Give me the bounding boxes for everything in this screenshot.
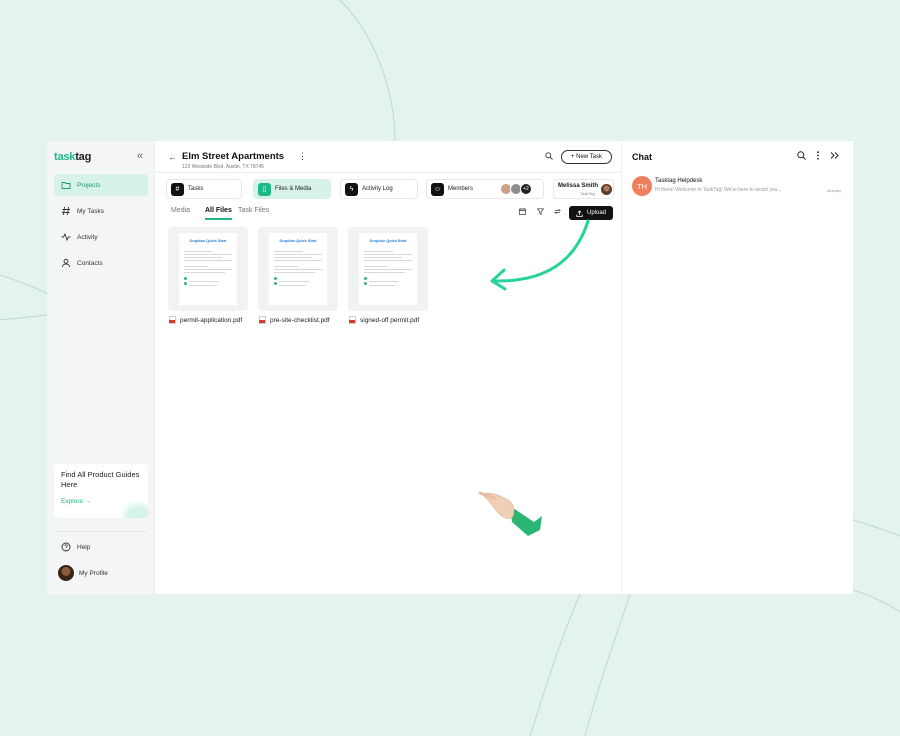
calendar-icon[interactable] [519, 208, 526, 215]
tab-tasks[interactable]: # Tasks [166, 179, 242, 199]
new-task-button[interactable]: + New Task [561, 150, 612, 164]
avatar: TH [632, 176, 652, 196]
search-icon[interactable] [797, 151, 806, 160]
sidebar-divider [54, 531, 148, 532]
more-icon[interactable] [815, 151, 821, 160]
chat-toolbar [797, 151, 839, 160]
tasktag-logo[interactable]: tasktag [54, 151, 91, 163]
conversation-day: Monday [827, 188, 842, 193]
my-profile-item[interactable]: My Profile [54, 565, 108, 581]
activity-icon [61, 232, 71, 242]
product-guides-card: Find All Product Guides Here Explore → [54, 464, 148, 518]
sidebar: tasktag « Projects My Tasks Activity Con… [47, 141, 155, 594]
tab-files-media[interactable]: ▯ Files & Media [253, 179, 331, 199]
hash-icon [62, 206, 70, 216]
pdf-icon [349, 316, 356, 324]
file-thumbnail[interactable]: Dropbox Quick Start [348, 227, 428, 311]
upload-icon [576, 209, 583, 217]
file-thumbnail[interactable]: Dropbox Quick Start [258, 227, 338, 311]
tab-activity-log[interactable]: ϟ Activity Log [340, 179, 418, 199]
member-count-badge: +2 [520, 183, 532, 195]
user-chip[interactable]: Melissa Smith TaskTag [553, 179, 614, 199]
user-name: Melissa Smith [558, 183, 599, 189]
document-preview: Dropbox Quick Start [179, 233, 237, 305]
expand-icon[interactable] [830, 151, 839, 160]
avatar [58, 565, 74, 581]
filter-icon[interactable] [537, 208, 544, 215]
collapse-sidebar-icon[interactable]: « [137, 150, 143, 162]
chat-panel: Chat TH Tasktag Helpdesk Hi there! Welco… [622, 141, 853, 594]
active-subtab-indicator [205, 218, 232, 220]
sidebar-item-activity[interactable]: Activity [54, 226, 148, 248]
subtab-media[interactable]: Media [171, 207, 190, 214]
pdf-icon [259, 316, 266, 324]
header-divider [155, 172, 622, 173]
sort-icon[interactable] [554, 208, 561, 215]
conversation-name[interactable]: Tasktag Helpdesk [655, 178, 702, 184]
bolt-icon: ϟ [345, 182, 358, 196]
app-window: tasktag « Projects My Tasks Activity Con… [47, 141, 853, 594]
page-title: Elm Street Apartments [182, 151, 285, 162]
guide-title: Find All Product Guides Here [61, 470, 140, 489]
sidebar-item-projects[interactable]: Projects [54, 174, 148, 196]
pdf-icon [169, 316, 176, 324]
help-icon [61, 542, 71, 552]
help-item[interactable]: Help [54, 542, 90, 552]
sidebar-item-contacts[interactable]: Contacts [54, 252, 148, 274]
user-icon [62, 258, 70, 268]
users-icon: ☺ [431, 182, 444, 196]
file-name[interactable]: permit-application.pdf [169, 316, 242, 324]
document-preview: Dropbox Quick Start [359, 233, 417, 305]
project-address: 123 Westside Blvd, Austin, TX 78745 [182, 164, 265, 170]
pointing-hand-icon [478, 491, 542, 536]
guide-decoration [124, 504, 148, 518]
subtab-all-files[interactable]: All Files [205, 207, 232, 214]
subtab-task-files[interactable]: Task Files [238, 207, 269, 214]
file-icon: ▯ [258, 182, 271, 196]
main-panel: ← Elm Street Apartments ⋮ 123 Westside B… [155, 141, 622, 594]
folder-icon [61, 182, 71, 189]
file-thumbnail[interactable]: Dropbox Quick Start [168, 227, 248, 311]
conversation-preview[interactable]: Hi there! Welcome to TaskTag! We're here… [655, 187, 782, 193]
sidebar-item-my-tasks[interactable]: My Tasks [54, 200, 148, 222]
file-name[interactable]: signed-off permit.pdf [349, 316, 419, 324]
document-preview: Dropbox Quick Start [269, 233, 327, 305]
search-icon[interactable] [545, 152, 553, 160]
hash-icon: # [171, 182, 184, 196]
back-arrow-icon[interactable]: ← [168, 152, 177, 162]
project-more-icon[interactable]: ⋮ [298, 151, 307, 162]
upload-button[interactable]: Upload [569, 206, 613, 220]
user-role: TaskTag [580, 191, 595, 196]
file-name[interactable]: pre-site-checklist.pdf [259, 316, 330, 324]
avatar [601, 184, 612, 195]
chat-title: Chat [632, 152, 652, 162]
explore-link[interactable]: Explore → [61, 498, 141, 505]
